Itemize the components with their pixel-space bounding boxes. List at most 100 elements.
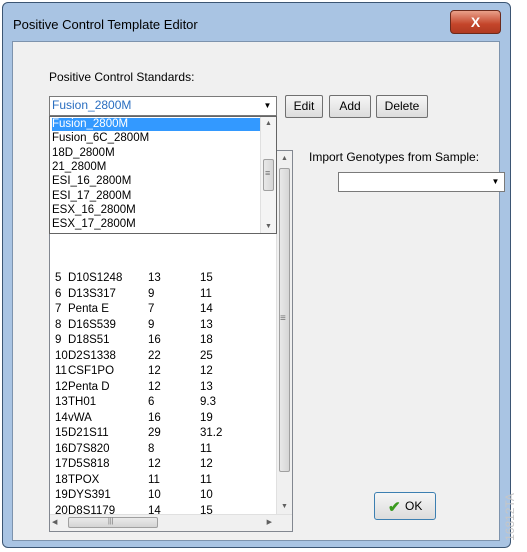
allele-2: 14 xyxy=(200,303,213,315)
allele-2: 13 xyxy=(200,380,213,393)
row-index: 14 xyxy=(55,411,68,424)
add-button[interactable]: Add xyxy=(329,95,371,118)
table-row[interactable]: 18 TPOX 11 11 xyxy=(50,473,278,488)
import-genotypes-label: Import Genotypes from Sample: xyxy=(309,150,480,164)
table-row[interactable]: 5 D10S1248 13 15 xyxy=(50,271,278,286)
scroll-down-icon[interactable]: ▼ xyxy=(277,499,292,515)
scroll-up-icon[interactable]: ▲ xyxy=(261,117,276,130)
dropdown-option[interactable]: ESX_17_2800M xyxy=(52,218,260,231)
marker-name: Penta D xyxy=(68,380,110,393)
row-index: 8 xyxy=(55,318,62,331)
scroll-right-icon[interactable]: ▶ xyxy=(267,515,272,531)
row-index: 11 xyxy=(55,365,67,377)
allele-1: 22 xyxy=(148,349,161,362)
standards-combo[interactable]: Fusion_2800M ▼ xyxy=(49,96,277,116)
marker-name: D13S317 xyxy=(68,287,116,300)
table-row[interactable]: 17 D5S818 12 12 xyxy=(50,457,278,472)
row-index: 16 xyxy=(55,442,68,455)
close-button[interactable]: X xyxy=(450,10,501,34)
allele-1: 12 xyxy=(148,380,161,393)
row-index: 19 xyxy=(55,489,68,501)
marker-name: D16S539 xyxy=(68,318,116,331)
scroll-down-icon[interactable]: ▼ xyxy=(261,220,276,233)
delete-button[interactable]: Delete xyxy=(376,95,428,118)
dropdown-option[interactable]: 18D_2800M xyxy=(52,147,260,160)
allele-1: 12 xyxy=(148,458,161,470)
allele-2: 12 xyxy=(200,458,213,470)
allele-2: 11 xyxy=(200,473,212,486)
table-row[interactable]: 11 CSF1PO 12 12 xyxy=(50,364,278,379)
allele-2: 19 xyxy=(200,411,213,424)
import-sample-combo[interactable]: ▼ xyxy=(338,172,505,192)
marker-name: D2S1338 xyxy=(68,349,116,362)
row-index: 10 xyxy=(55,349,68,362)
figure-id-text: 16812TA xyxy=(502,493,517,541)
chevron-down-icon[interactable]: ▼ xyxy=(260,98,275,114)
table-row[interactable]: 16 D7S820 8 11 xyxy=(50,442,278,457)
allele-1: 10 xyxy=(148,489,161,501)
table-horizontal-scrollbar[interactable]: ◀ ||| ▶ xyxy=(50,514,292,531)
marker-name: D10S1248 xyxy=(68,272,123,284)
row-index: 12 xyxy=(55,380,68,393)
row-index: 9 xyxy=(55,334,62,346)
allele-1: 8 xyxy=(148,442,155,455)
dropdown-option[interactable]: Fusion_6C_2800M xyxy=(52,132,260,145)
allele-1: 12 xyxy=(148,365,161,377)
scroll-left-icon[interactable]: ◀ xyxy=(52,515,57,531)
dropdown-option[interactable]: ESI_16_2800M xyxy=(52,175,260,188)
dialog-client: Positive Control Standards: Fusion_2800M… xyxy=(12,41,505,541)
dropdown-option[interactable]: ESI_17_2800M xyxy=(52,190,260,203)
table-row[interactable]: 10 D2S1338 22 25 xyxy=(50,349,278,364)
allele-2: 11 xyxy=(200,287,212,300)
table-row[interactable]: 6 D13S317 9 11 xyxy=(50,287,278,302)
ok-button[interactable]: ✔ OK xyxy=(374,492,436,520)
standards-combo-value: Fusion_2800M xyxy=(52,98,132,112)
allele-1: 11 xyxy=(148,473,160,486)
row-index: 6 xyxy=(55,287,62,300)
marker-name: D21S11 xyxy=(68,427,109,439)
marker-name: Penta E xyxy=(68,303,109,315)
allele-1: 16 xyxy=(148,411,161,424)
allele-2: 11 xyxy=(200,442,212,455)
allele-1: 9 xyxy=(148,287,155,300)
allele-2: 13 xyxy=(200,318,213,331)
row-index: 13 xyxy=(55,396,68,408)
table-row[interactable]: 8 D16S539 9 13 xyxy=(50,318,278,333)
table-row[interactable]: 14 vWA 16 19 xyxy=(50,411,278,426)
allele-1: 29 xyxy=(148,427,161,439)
table-vertical-scrollbar[interactable]: ▲ ≡ ▼ xyxy=(276,151,292,515)
marker-name: D5S818 xyxy=(68,458,110,470)
allele-2: 9.3 xyxy=(200,396,216,408)
marker-name: D7S820 xyxy=(68,442,110,455)
dropdown-option[interactable]: ESX_16_2800M xyxy=(52,204,260,217)
standards-dropdown-list[interactable]: Fusion_2800M Fusion_6C_2800M 18D_2800M 21_2… xyxy=(49,116,277,234)
table-row[interactable]: 13 TH01 6 9.3 xyxy=(50,395,278,410)
window-title: Positive Control Template Editor xyxy=(13,17,198,32)
marker-name: vWA xyxy=(68,411,92,424)
marker-name: D18S51 xyxy=(68,334,110,346)
checkmark-icon: ✔ xyxy=(388,499,401,516)
allele-2: 18 xyxy=(200,334,213,346)
grip-icon: ≡ xyxy=(265,168,271,178)
standards-label: Positive Control Standards: xyxy=(49,70,195,84)
chevron-down-icon[interactable]: ▼ xyxy=(488,174,503,190)
row-index: 17 xyxy=(55,458,68,470)
table-row[interactable]: 9 D18S51 16 18 xyxy=(50,333,278,348)
marker-name: CSF1PO xyxy=(68,365,115,377)
grip-icon: ≡ xyxy=(280,313,286,324)
row-index: 15 xyxy=(55,427,68,439)
dropdown-option[interactable]: 21_2800M xyxy=(52,161,260,174)
table-row[interactable]: 12 Penta D 12 13 xyxy=(50,380,278,395)
table-row[interactable]: 19 DYS391 10 10 xyxy=(50,488,278,503)
dropdown-option[interactable]: Fusion_2800M xyxy=(52,118,260,131)
scroll-up-icon[interactable]: ▲ xyxy=(277,151,292,167)
allele-1: 13 xyxy=(148,272,161,284)
allele-1: 9 xyxy=(148,318,155,331)
dropdown-scrollbar[interactable]: ▲ ≡ ▼ xyxy=(260,117,276,233)
marker-name: DYS391 xyxy=(68,489,111,501)
allele-2: 12 xyxy=(200,365,213,377)
row-index: 5 xyxy=(55,272,62,284)
table-row[interactable]: 15 D21S11 29 31.2 xyxy=(50,426,278,441)
edit-button[interactable]: Edit xyxy=(285,95,323,118)
table-row[interactable]: 7 Penta E 7 14 xyxy=(50,302,278,317)
